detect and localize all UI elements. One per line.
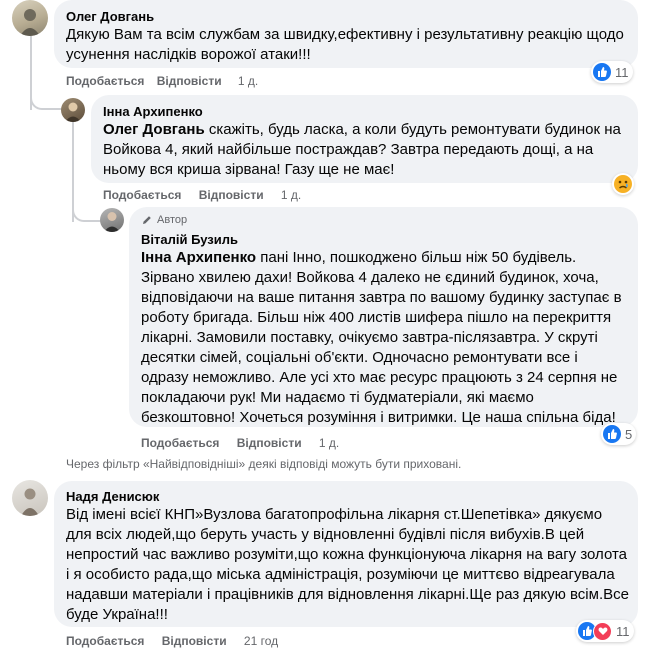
comment-text: Від імені всієї КНП»Вузлова багатопрофіл… [66, 506, 629, 623]
reaction-count: 11 [615, 64, 629, 80]
avatar[interactable] [61, 98, 85, 122]
sad-icon [614, 175, 632, 193]
avatar[interactable] [12, 480, 48, 516]
comment-author[interactable]: Інна Архипенко [103, 104, 203, 119]
comment-text: Олег Довгань скажіть, будь ласка, а коли… [103, 120, 628, 180]
thread-line [72, 192, 102, 222]
reply-button[interactable]: Відповісти [199, 188, 264, 202]
badge-label: Автор [157, 214, 188, 226]
comment-actions: Подобається Відповісти 1 д. [141, 436, 339, 450]
mention-link[interactable]: Олег Довгань [103, 121, 205, 138]
like-button[interactable]: Подобається [103, 188, 181, 202]
like-button[interactable]: Подобається [66, 74, 144, 88]
reaction-count: 11 [616, 623, 630, 639]
like-button[interactable]: Подобається [141, 436, 219, 450]
comment-body: пані Інно, пошкоджено більш ніж 50 будів… [141, 249, 622, 426]
reaction-summary[interactable] [612, 173, 634, 195]
avatar-photo [21, 488, 39, 516]
comment-author[interactable]: Віталій Бузиль [141, 232, 238, 247]
comment-actions: Подобається Відповісти 1 д. [66, 74, 258, 88]
comment-actions: Подобається Відповісти 21 год [66, 634, 278, 648]
comment-text: Дякую Вам та всім службам за швидку,ефек… [66, 26, 624, 63]
comment-actions: Подобається Відповісти 1 д. [103, 188, 301, 202]
pencil-icon [143, 216, 151, 224]
love-icon [593, 621, 612, 641]
reply-button[interactable]: Відповісти [162, 634, 227, 648]
comment-time[interactable]: 21 год [244, 634, 278, 648]
author-badge: Автор [141, 214, 187, 226]
reaction-count: 5 [625, 426, 633, 442]
like-icon [593, 63, 611, 81]
avatar-photo [104, 212, 120, 232]
like-icon [603, 425, 621, 443]
comment-time[interactable]: 1 д. [319, 436, 339, 450]
comment-author[interactable]: Надя Денисюк [66, 489, 159, 504]
reaction-summary[interactable]: 5 [601, 423, 637, 445]
mention-link[interactable]: Інна Архипенко [141, 249, 256, 266]
reaction-summary[interactable]: 11 [576, 620, 634, 642]
filter-note: Через фільтр «Найвідповідніші» деякі від… [66, 457, 462, 471]
avatar-photo [20, 9, 40, 36]
reaction-summary[interactable]: 11 [591, 61, 633, 83]
avatar-photo [65, 102, 81, 122]
avatar[interactable] [100, 208, 124, 232]
like-button[interactable]: Подобається [66, 634, 144, 648]
comment-author[interactable]: Олег Довгань [66, 9, 154, 24]
avatar[interactable] [12, 0, 48, 36]
comment-time[interactable]: 1 д. [238, 74, 258, 88]
comment-time[interactable]: 1 д. [281, 188, 301, 202]
comment-text: Інна Архипенко пані Інно, пошкоджено біл… [141, 248, 627, 428]
reply-button[interactable]: Відповісти [237, 436, 302, 450]
reply-button[interactable]: Відповісти [157, 74, 222, 88]
